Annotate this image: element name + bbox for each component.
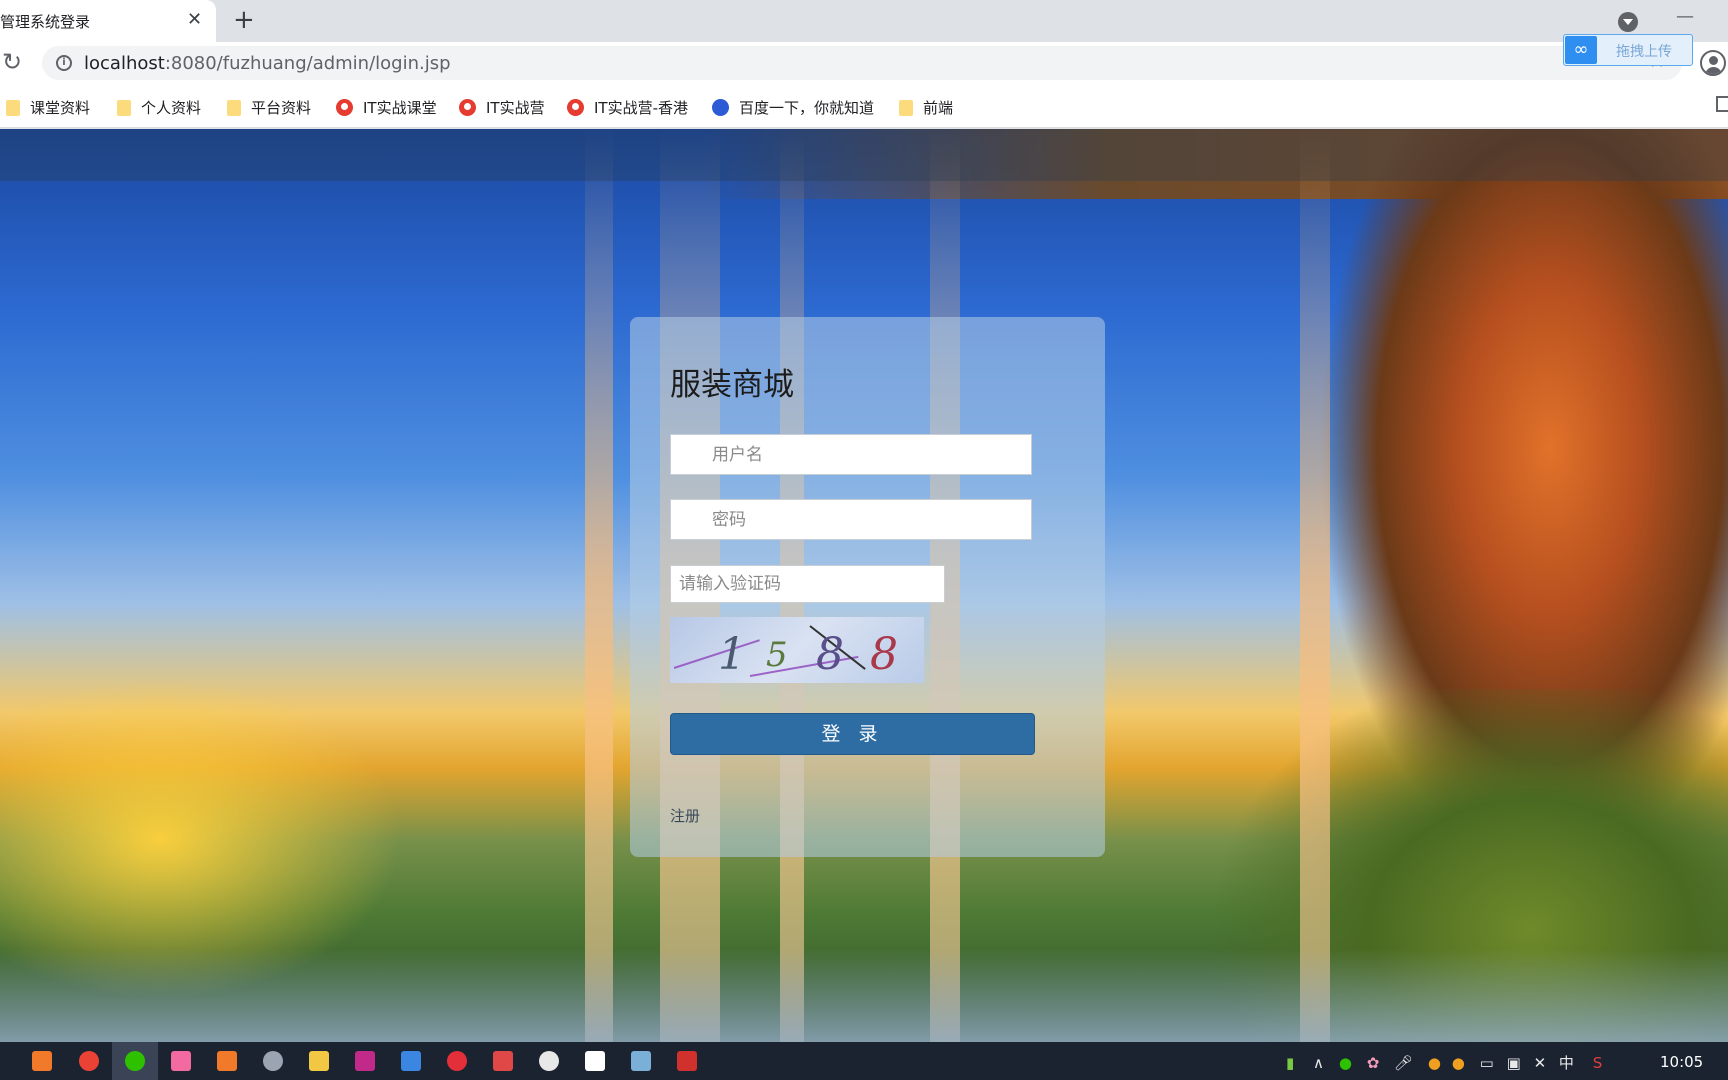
- bookmark-label: IT实战课堂: [363, 99, 437, 117]
- bookmark-item[interactable]: 个人资料: [117, 97, 201, 117]
- url-path: :8080/fuzhuang/admin/login.jsp: [164, 53, 451, 74]
- file-explorer-icon[interactable]: [309, 1051, 329, 1071]
- new-tab-icon[interactable]: +: [233, 5, 255, 35]
- bookmark-item[interactable]: IT实战课堂: [336, 97, 437, 117]
- tab-search-icon[interactable]: [1618, 12, 1638, 32]
- captcha-digit: 8: [816, 629, 844, 680]
- red-site-icon: [567, 99, 584, 116]
- login-panel: 服装商城 1 5 8 8 登 录 注册: [630, 317, 1105, 857]
- header-strip: [0, 129, 1728, 181]
- app-orange-icon[interactable]: [32, 1051, 52, 1071]
- tab-close-icon[interactable]: ✕: [187, 9, 202, 30]
- page-title: 服装商城: [670, 367, 794, 403]
- background-river: [0, 949, 1728, 1042]
- sogou-icon[interactable]: S: [1593, 1054, 1603, 1072]
- intellij-icon[interactable]: [355, 1051, 375, 1071]
- url-text[interactable]: localhost:8080/fuzhuang/admin/login.jsp: [84, 53, 451, 74]
- captcha-noise-line: [673, 639, 760, 669]
- app-orange-icon[interactable]: [217, 1051, 237, 1071]
- chat-bubble-icon[interactable]: [539, 1051, 559, 1071]
- bookmark-item[interactable]: IT实战营-香港: [567, 97, 688, 117]
- login-button[interactable]: 登 录: [670, 713, 1035, 755]
- cloud-upload-icon: ∞: [1565, 36, 1597, 64]
- address-bar[interactable]: i localhost:8080/fuzhuang/admin/login.js…: [42, 46, 1682, 80]
- browser-toolbar: ↻ i localhost:8080/fuzhuang/admin/login.…: [0, 42, 1728, 84]
- profile-avatar-icon[interactable]: [1700, 50, 1726, 76]
- red-site-icon: [336, 99, 353, 116]
- folder-icon: [899, 100, 913, 116]
- settings-gear-icon[interactable]: [263, 1051, 283, 1071]
- bookmark-label: IT实战营-香港: [594, 99, 688, 117]
- folder-icon: [6, 100, 20, 116]
- netease-music-icon[interactable]: [447, 1051, 467, 1071]
- captcha-digit: 8: [870, 629, 898, 680]
- flower-tray-icon[interactable]: ✿: [1367, 1054, 1380, 1072]
- app-blue-icon[interactable]: [631, 1051, 651, 1071]
- bookmark-item[interactable]: 百度一下，你就知道: [712, 97, 874, 117]
- tab-title: 管理系统登录: [0, 13, 91, 31]
- captcha-digit: 5: [766, 635, 788, 675]
- password-field[interactable]: [670, 499, 1032, 540]
- wechat-icon[interactable]: [125, 1051, 145, 1071]
- bookmark-label: 课堂资料: [30, 99, 91, 117]
- background-waterfall: [585, 129, 613, 1042]
- wechat-tray-icon[interactable]: ●: [1339, 1054, 1352, 1072]
- bookmark-label: IT实战营: [486, 99, 545, 117]
- volume-muted-icon[interactable]: ✕: [1534, 1054, 1547, 1072]
- network-icon[interactable]: ▣: [1507, 1054, 1521, 1072]
- bookmark-label: 百度一下，你就知道: [739, 99, 875, 117]
- keyboard-icon[interactable]: ▭: [1480, 1054, 1494, 1072]
- bookmark-item[interactable]: 课堂资料: [6, 97, 90, 117]
- upload-label: 拖拽上传: [1616, 44, 1672, 60]
- tray-up-icon[interactable]: ∧: [1313, 1054, 1324, 1072]
- browser-tab-strip: 管理系统登录 ✕ + —: [0, 0, 1728, 42]
- app-white-icon[interactable]: [585, 1051, 605, 1071]
- bookmark-item[interactable]: 平台资料: [227, 97, 311, 117]
- site-info-icon[interactable]: i: [56, 55, 72, 71]
- ime-indicator[interactable]: 中: [1559, 1054, 1574, 1072]
- mic-icon[interactable]: 🎤︎: [1394, 1054, 1413, 1072]
- chrome-icon[interactable]: [79, 1051, 99, 1071]
- captcha-digit: 1: [718, 629, 746, 680]
- qq-icon[interactable]: ●: [1452, 1054, 1465, 1072]
- bookmark-label: 前端: [923, 99, 954, 117]
- bookmark-item[interactable]: 前端: [899, 97, 953, 117]
- app-red-icon[interactable]: [493, 1051, 513, 1071]
- bookmarks-bar: 课堂资料 个人资料 平台资料 IT实战课堂 IT实战营 IT实战营-香港 百度一…: [0, 84, 1728, 128]
- baidu-paw-icon: [712, 99, 729, 116]
- app-blue-icon[interactable]: [401, 1051, 421, 1071]
- battery-icon[interactable]: ▮: [1286, 1054, 1294, 1072]
- reload-icon[interactable]: ↻: [2, 48, 22, 76]
- app-pink-icon[interactable]: [171, 1051, 191, 1071]
- folder-icon: [227, 100, 241, 116]
- captcha-field[interactable]: [670, 565, 945, 603]
- register-link[interactable]: 注册: [670, 805, 700, 826]
- qq-icon[interactable]: ●: [1428, 1054, 1441, 1072]
- system-tray: ▮ ∧ ● ✿ 🎤︎ ● ● ▭ ▣ ✕ 中 S: [1286, 1052, 1602, 1073]
- login-page: 服装商城 1 5 8 8 登 录 注册: [0, 129, 1728, 1042]
- os-taskbar: ▮ ∧ ● ✿ 🎤︎ ● ● ▭ ▣ ✕ 中 S 10:05: [0, 1042, 1728, 1080]
- folder-icon: [117, 100, 131, 116]
- bookmark-label: 个人资料: [141, 99, 202, 117]
- upload-widget[interactable]: ∞ 拖拽上传: [1563, 34, 1693, 66]
- minimize-icon[interactable]: —: [1676, 6, 1694, 27]
- reading-list-icon[interactable]: [1716, 96, 1728, 112]
- red-site-icon: [459, 99, 476, 116]
- browser-tab[interactable]: 管理系统登录 ✕: [0, 0, 216, 42]
- username-field[interactable]: [670, 434, 1032, 475]
- background-waterfall: [1300, 129, 1330, 1042]
- clock[interactable]: 10:05: [1660, 1053, 1703, 1071]
- captcha-image[interactable]: 1 5 8 8: [670, 617, 924, 683]
- wps-icon[interactable]: [677, 1051, 697, 1071]
- bookmark-label: 平台资料: [251, 99, 312, 117]
- bookmark-item[interactable]: IT实战营: [459, 97, 545, 117]
- url-host: localhost: [84, 53, 165, 74]
